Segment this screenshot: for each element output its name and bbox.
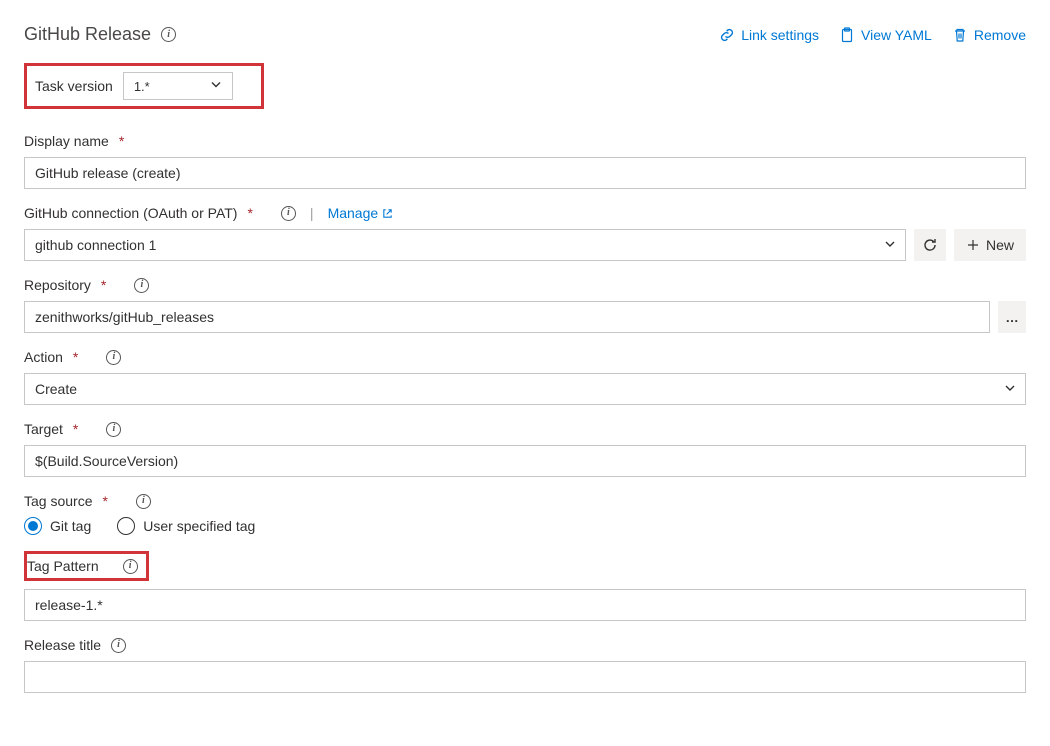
release-title-field: Release title i [24, 637, 1026, 693]
header-actions: Link settings View YAML Remove [719, 27, 1026, 43]
target-field: Target * i [24, 421, 1026, 477]
release-title-input[interactable] [24, 661, 1026, 693]
link-settings-label: Link settings [741, 27, 819, 43]
task-version-highlight: Task version 1.* [24, 63, 264, 109]
separator: | [310, 205, 314, 221]
ellipsis-icon: … [1005, 310, 1018, 325]
radio-icon [117, 517, 135, 535]
tag-source-field: Tag source * i Git tag User specified ta… [24, 493, 1026, 535]
refresh-icon [922, 237, 938, 253]
title-group: GitHub Release i [24, 24, 176, 45]
view-yaml-button[interactable]: View YAML [839, 27, 932, 43]
info-icon[interactable]: i [136, 494, 151, 509]
display-name-field: Display name * [24, 133, 1026, 189]
tag-pattern-highlight: Tag Pattern i [24, 551, 149, 581]
link-icon [719, 27, 735, 43]
radio-git-tag-label: Git tag [50, 518, 91, 534]
remove-label: Remove [974, 27, 1026, 43]
manage-link[interactable]: Manage [328, 205, 394, 221]
plus-icon [966, 238, 980, 252]
required-asterisk: * [119, 133, 124, 149]
display-name-label: Display name [24, 133, 109, 149]
github-connection-label: GitHub connection (OAuth or PAT) [24, 205, 237, 221]
info-icon[interactable]: i [111, 638, 126, 653]
action-select[interactable] [24, 373, 1026, 405]
radio-icon [24, 517, 42, 535]
task-version-select[interactable]: 1.* [123, 72, 233, 100]
required-asterisk: * [247, 205, 252, 221]
view-yaml-label: View YAML [861, 27, 932, 43]
radio-git-tag[interactable]: Git tag [24, 517, 91, 535]
manage-label: Manage [328, 205, 379, 221]
task-title: GitHub Release [24, 24, 151, 45]
remove-button[interactable]: Remove [952, 27, 1026, 43]
github-connection-select[interactable] [24, 229, 906, 261]
required-asterisk: * [101, 277, 106, 293]
task-version-label: Task version [35, 78, 113, 94]
repository-label: Repository [24, 277, 91, 293]
info-icon[interactable]: i [123, 559, 138, 574]
info-icon[interactable]: i [161, 27, 176, 42]
tag-pattern-field: Tag Pattern i [24, 551, 1026, 621]
clipboard-icon [839, 27, 855, 43]
new-connection-button[interactable]: New [954, 229, 1026, 261]
target-input[interactable] [24, 445, 1026, 477]
refresh-button[interactable] [914, 229, 946, 261]
info-icon[interactable]: i [134, 278, 149, 293]
tag-source-label: Tag source [24, 493, 92, 509]
info-icon[interactable]: i [106, 422, 121, 437]
repository-browse-button[interactable]: … [998, 301, 1026, 333]
new-connection-label: New [986, 237, 1014, 253]
repository-field: Repository * i … [24, 277, 1026, 333]
task-version-value: 1.* [134, 79, 150, 94]
required-asterisk: * [73, 349, 78, 365]
info-icon[interactable]: i [106, 350, 121, 365]
required-asterisk: * [73, 421, 78, 437]
tag-pattern-input[interactable] [24, 589, 1026, 621]
chevron-down-icon [210, 79, 222, 94]
required-asterisk: * [102, 493, 107, 509]
display-name-input[interactable] [24, 157, 1026, 189]
repository-input[interactable] [24, 301, 990, 333]
target-label: Target [24, 421, 63, 437]
action-label: Action [24, 349, 63, 365]
tag-pattern-label: Tag Pattern [27, 558, 99, 574]
radio-user-specified-label: User specified tag [143, 518, 255, 534]
trash-icon [952, 27, 968, 43]
github-connection-field: GitHub connection (OAuth or PAT) * i | M… [24, 205, 1026, 261]
action-field: Action * i [24, 349, 1026, 405]
info-icon[interactable]: i [281, 206, 296, 221]
external-link-icon [382, 208, 393, 219]
link-settings-button[interactable]: Link settings [719, 27, 819, 43]
radio-user-specified[interactable]: User specified tag [117, 517, 255, 535]
release-title-label: Release title [24, 637, 101, 653]
task-header: GitHub Release i Link settings View YAML… [24, 24, 1026, 45]
